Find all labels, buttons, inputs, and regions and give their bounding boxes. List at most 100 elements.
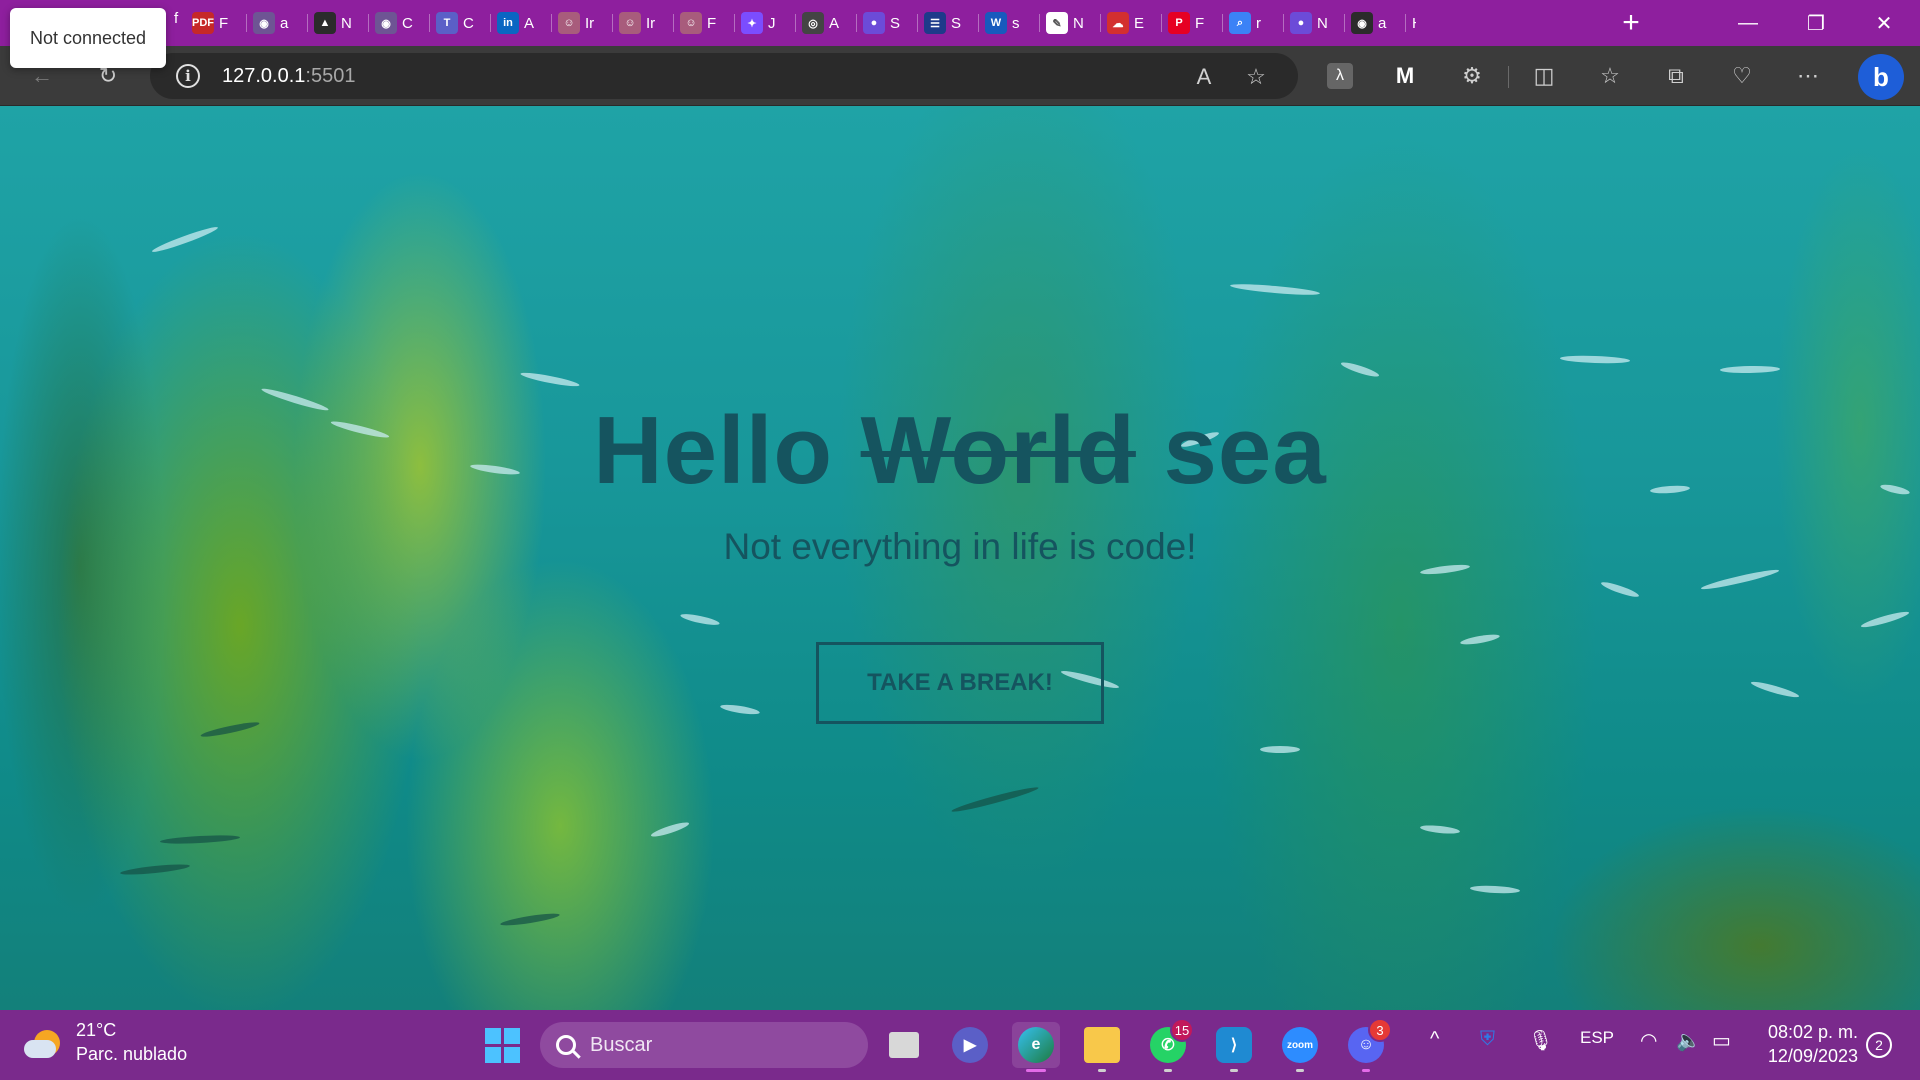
take-a-break-button[interactable]: TAKE A BREAK! <box>816 642 1104 724</box>
pinterest-icon: P <box>1168 12 1190 34</box>
battery-icon[interactable]: ▭ <box>1712 1028 1731 1053</box>
performance-icon[interactable]: ♡ <box>1722 56 1762 96</box>
split-screen-icon[interactable]: ◫ <box>1524 56 1564 96</box>
tab-19[interactable]: ◉ a <box>1345 4 1406 42</box>
close-window-button[interactable]: ✕ <box>1850 0 1918 46</box>
tab-18[interactable]: ● N <box>1284 4 1345 42</box>
tab-title: F <box>1195 14 1205 32</box>
tab-title: S <box>890 14 901 32</box>
teams-chat-button[interactable]: ▶ <box>946 1022 994 1068</box>
search-input[interactable] <box>590 1033 830 1057</box>
url-text[interactable]: 127.0.0.1:5501 <box>222 65 355 88</box>
extensions-icon[interactable]: ⚙ <box>1452 56 1492 96</box>
tab-12[interactable]: ☰ S <box>918 4 979 42</box>
tab-title: J <box>768 14 776 32</box>
favorite-star-icon[interactable]: ☆ <box>1242 63 1270 91</box>
tab-14[interactable]: ✎ N <box>1040 4 1101 42</box>
tab-3[interactable]: ◉ C <box>369 4 430 42</box>
tab-0[interactable]: PDF F <box>186 4 247 42</box>
more-menu-icon[interactable]: ⋯ <box>1788 56 1828 96</box>
tab-5[interactable]: in A <box>491 4 552 42</box>
tab-title: a <box>1378 14 1387 32</box>
tab-16[interactable]: PF <box>1162 4 1223 42</box>
page-subtitle: Not everything in life is code! <box>723 526 1197 567</box>
tab-17[interactable]: ⌕ r <box>1223 4 1284 42</box>
discord-button[interactable]: ☺ 3 <box>1342 1018 1392 1072</box>
tab-title: C <box>463 14 474 32</box>
zoom-icon: zoom <box>1282 1027 1318 1063</box>
volume-icon[interactable]: 🔈 <box>1676 1028 1701 1053</box>
new-tab-button[interactable]: + <box>1614 6 1648 40</box>
read-aloud-icon[interactable]: A <box>1190 63 1218 91</box>
tab-4[interactable]: TC <box>430 4 491 42</box>
tab-1[interactable]: ◉ a <box>247 4 308 42</box>
headline-sea: sea <box>1135 397 1327 504</box>
clock-date: 12/09/2023 <box>1767 1046 1858 1066</box>
taskbar-search[interactable] <box>540 1022 868 1068</box>
windows-logo-icon <box>484 1027 520 1063</box>
tab-7[interactable]: ☺ Ir <box>613 4 674 42</box>
tab-title: N <box>1317 14 1328 32</box>
vscode-button[interactable]: ⟩ <box>1210 1022 1258 1072</box>
clock[interactable]: 08:02 p. m. 12/09/2023 <box>1758 1020 1858 1068</box>
favorites-icon[interactable]: ☆ <box>1590 56 1630 96</box>
notification-center-badge[interactable]: 2 <box>1866 1032 1892 1058</box>
blob-icon: ● <box>1290 12 1312 34</box>
person-icon: ☺ <box>680 12 702 34</box>
triangle-logo-icon: ▲ <box>314 12 336 34</box>
word-icon: W <box>985 12 1007 34</box>
tab-8[interactable]: ☺ F <box>674 4 735 42</box>
list-icon: ☰ <box>924 12 946 34</box>
tab-6[interactable]: ☺ Ir <box>552 4 613 42</box>
tab-title: Ir <box>646 14 656 32</box>
tab-active[interactable]: H✕ <box>1406 4 1416 42</box>
tab-title: H <box>1412 15 1416 32</box>
tab-partial-title[interactable]: f <box>174 10 178 27</box>
blob-icon: ● <box>863 12 885 34</box>
minimize-button[interactable]: — <box>1714 0 1782 46</box>
site-info-icon[interactable]: i <box>176 64 200 88</box>
toolbar-separator <box>1508 66 1509 88</box>
weather-widget[interactable]: 21°C Parc. nublado <box>24 1018 187 1066</box>
bing-chat-icon[interactable]: b <box>1858 54 1904 100</box>
start-button[interactable] <box>478 1022 526 1068</box>
tab-13[interactable]: Ws <box>979 4 1040 42</box>
m-extension-icon[interactable]: M <box>1385 56 1425 96</box>
lambda-extension-icon[interactable]: λ <box>1320 56 1360 96</box>
weather-temperature: 21°C <box>76 1020 117 1040</box>
task-view-button[interactable] <box>880 1022 928 1068</box>
person-icon: ☺ <box>558 12 580 34</box>
search-icon: ⌕ <box>1229 12 1251 34</box>
restore-button[interactable]: ❐ <box>1782 0 1850 46</box>
file-explorer-button[interactable] <box>1078 1022 1126 1072</box>
language-indicator[interactable]: ESP <box>1580 1028 1614 1048</box>
tab-2[interactable]: ▲ N <box>308 4 369 42</box>
tab-10[interactable]: ◎ A <box>796 4 857 42</box>
github-icon: ◉ <box>1351 12 1373 34</box>
hero-section: Hello World sea Not everything in life i… <box>0 106 1920 1010</box>
taskbar: 21°C Parc. nublado ▶ e ✆15 ⟩ zoom ☺3 ^ ⛨… <box>0 1010 1920 1080</box>
whatsapp-button[interactable]: ✆ 15 <box>1144 1018 1194 1072</box>
weather-description: Parc. nublado <box>76 1044 188 1064</box>
microphone-icon[interactable]: 🎙 <box>1528 1028 1553 1053</box>
tab-11[interactable]: ● S <box>857 4 918 42</box>
tab-9[interactable]: ✦ J <box>735 4 796 42</box>
circle-logo-icon: ◎ <box>802 12 824 34</box>
vscode-icon: ⟩ <box>1216 1027 1252 1063</box>
show-hidden-icons-button[interactable]: ^ <box>1430 1028 1439 1051</box>
edge-taskbar-button[interactable]: e <box>1012 1022 1060 1072</box>
browser-toolbar: ← ↻ i 127.0.0.1:5501 A ☆ λ M ⚙ ◫ ☆ ⧉ ♡ ⋯… <box>0 46 1920 106</box>
github-icon: ◉ <box>253 12 275 34</box>
tab-title: r <box>1256 14 1261 32</box>
wifi-icon[interactable]: ◠ <box>1640 1028 1657 1053</box>
zoom-button[interactable]: zoom <box>1276 1022 1324 1072</box>
collections-icon[interactable]: ⧉ <box>1656 56 1696 96</box>
messenger-icon: ✦ <box>741 12 763 34</box>
tab-15[interactable]: ☁ E <box>1101 4 1162 42</box>
address-bar[interactable]: i 127.0.0.1:5501 A ☆ <box>150 53 1298 99</box>
tab-title: Ir <box>585 14 595 32</box>
tab-title: A <box>524 14 535 32</box>
security-shield-icon[interactable]: ⛨ <box>1480 1028 1495 1051</box>
tab-strip: f PDF F ◉ a ▲ N ◉ C T Cin A ☺ Ir ☺ Ir ☺ F ✦ J ◎ A ● S ☰ S Ws ✎ N ☁ E P… <box>0 0 1920 46</box>
search-icon <box>556 1035 576 1055</box>
